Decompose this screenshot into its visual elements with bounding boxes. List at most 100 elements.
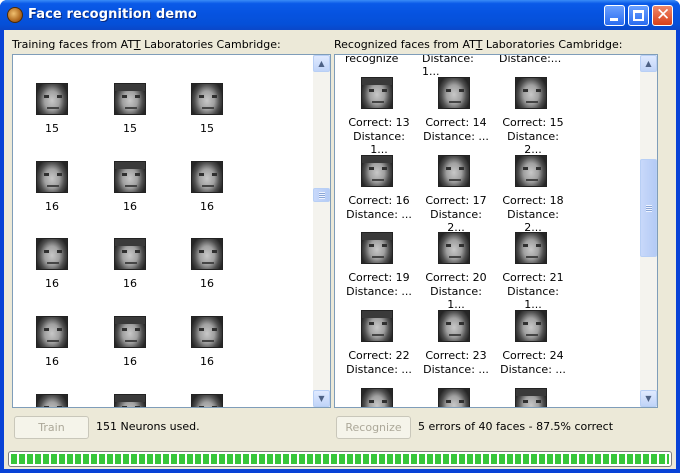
progress-bar	[8, 451, 672, 467]
recognized-distance-label: Distance: 2...	[507, 130, 559, 156]
recognized-correct-label: Correct: 19	[348, 271, 410, 284]
face-thumbnail	[191, 394, 223, 407]
face-thumbnail	[438, 232, 470, 264]
eyes-shade	[44, 250, 62, 253]
hair-shade	[115, 317, 145, 324]
eyes-shade	[199, 95, 217, 98]
mouth-shade	[47, 185, 59, 187]
face-thumbnail	[114, 394, 146, 407]
recognized-faces-list[interactable]: recognize Distance: 1... Distance:... Corre…	[334, 54, 658, 408]
eyes-shade	[122, 250, 140, 253]
scroll-thumb[interactable]	[640, 159, 657, 257]
eyes-shade	[446, 167, 464, 170]
mouth-shade	[125, 185, 137, 187]
eyes-shade	[369, 244, 387, 247]
close-button[interactable]: ✕	[652, 5, 673, 26]
training-face-label: 15	[200, 122, 214, 135]
hair-shade	[516, 389, 546, 396]
face-thumbnail	[36, 316, 68, 348]
face-thumbnail	[361, 232, 393, 264]
mouth-shade	[125, 340, 137, 342]
training-face-label: 16	[200, 355, 214, 368]
eyes-shade	[122, 328, 140, 331]
recognized-distance-label: Distance: ...	[346, 208, 412, 221]
grip-icon	[646, 205, 652, 212]
app-icon	[7, 7, 23, 23]
progress-fill	[11, 454, 669, 464]
recognized-correct-label: Correct: 20	[425, 271, 487, 284]
recognized-partial-label: recognize	[345, 54, 399, 65]
hair-shade	[362, 233, 392, 240]
face-thumbnail	[515, 310, 547, 342]
eyes-shade	[199, 250, 217, 253]
training-face-label: 16	[123, 277, 137, 290]
recognized-distance-label: Distance: ...	[346, 363, 412, 376]
recognized-partial-label: Distance: 1...	[422, 54, 474, 78]
face-thumbnail	[361, 155, 393, 187]
recognized-distance-label: Distance: ...	[346, 285, 412, 298]
training-faces-list[interactable]: 15 15 15 16 16 16 16 16 16 16 16 16 ▲ ▼	[12, 54, 331, 408]
eyes-shade	[369, 89, 387, 92]
maximize-button[interactable]	[628, 5, 649, 26]
mouth-shade	[202, 262, 214, 264]
scroll-down-icon[interactable]: ▼	[640, 390, 657, 407]
hair-shade	[362, 156, 392, 163]
scroll-up-icon[interactable]: ▲	[640, 55, 657, 72]
mouth-shade	[125, 107, 137, 109]
hair-shade	[362, 78, 392, 85]
minimize-button[interactable]	[604, 5, 625, 26]
mouth-shade	[449, 101, 461, 103]
face-thumbnail	[438, 388, 470, 407]
recognized-correct-label: Correct: 13	[348, 116, 410, 129]
face-thumbnail	[114, 161, 146, 193]
recognized-distance-label: Distance: 1...	[430, 285, 482, 311]
scroll-up-icon[interactable]: ▲	[313, 55, 330, 72]
recognized-correct-label: Correct: 24	[502, 349, 564, 362]
hair-shade	[362, 311, 392, 318]
recognized-correct-label: Correct: 15	[502, 116, 564, 129]
recognized-correct-label: Correct: 17	[425, 194, 487, 207]
face-thumbnail	[36, 238, 68, 270]
hair-shade	[115, 239, 145, 246]
recognized-correct-label: Correct: 18	[502, 194, 564, 207]
mouth-shade	[372, 334, 384, 336]
mouth-shade	[526, 101, 538, 103]
eyes-shade	[523, 400, 541, 403]
face-thumbnail	[191, 238, 223, 270]
training-face-label: 15	[45, 122, 59, 135]
mouth-shade	[47, 262, 59, 264]
grip-icon	[319, 192, 325, 199]
training-face-label: 15	[123, 122, 137, 135]
eyes-shade	[369, 167, 387, 170]
training-face-label: 16	[123, 355, 137, 368]
mouth-shade	[449, 334, 461, 336]
eyes-shade	[122, 406, 140, 407]
eyes-shade	[369, 322, 387, 325]
mouth-shade	[47, 340, 59, 342]
face-thumbnail	[515, 388, 547, 407]
scroll-down-icon[interactable]: ▼	[313, 390, 330, 407]
mouth-shade	[372, 256, 384, 258]
title-bar[interactable]: Face recognition demo ✕	[0, 0, 680, 30]
training-face-label: 16	[45, 277, 59, 290]
mouth-shade	[202, 185, 214, 187]
training-scrollbar[interactable]: ▲ ▼	[313, 55, 330, 407]
client-area: Training faces from ATT Laboratories Cam…	[4, 30, 676, 469]
eyes-shade	[122, 95, 140, 98]
mouth-shade	[526, 179, 538, 181]
training-label-underlined: T	[133, 38, 141, 51]
training-label-pre: Training faces from AT	[12, 38, 134, 51]
hair-shade	[115, 84, 145, 91]
recognized-distance-label: Distance: 1...	[353, 130, 405, 156]
eyes-shade	[122, 173, 140, 176]
eyes-shade	[199, 173, 217, 176]
mouth-shade	[125, 262, 137, 264]
recognized-scrollbar[interactable]: ▲ ▼	[640, 55, 657, 407]
face-thumbnail	[438, 77, 470, 109]
training-face-label: 16	[45, 200, 59, 213]
scroll-thumb[interactable]	[313, 188, 330, 202]
face-thumbnail	[36, 394, 68, 407]
recognize-button[interactable]: Recognize	[336, 416, 411, 439]
window-title: Face recognition demo	[28, 7, 197, 22]
train-button[interactable]: Train	[14, 416, 89, 439]
